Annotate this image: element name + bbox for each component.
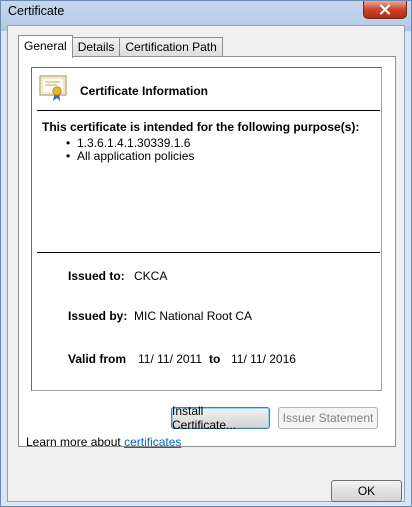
divider [37,252,380,253]
tab-general[interactable]: General [18,35,73,58]
close-icon [379,4,391,15]
issued-by-label: Issued by: [68,309,128,323]
certificate-icon [39,75,67,101]
close-button[interactable] [363,1,407,19]
issued-to-value: CKCA [134,269,168,283]
issued-to-row: Issued to: CKCA [68,269,167,283]
tab-details[interactable]: Details [71,37,121,57]
tab-certification-path[interactable]: Certification Path [119,37,223,57]
valid-to-label: to [209,352,221,366]
certificate-info-box: Certificate Information This certificate… [31,67,382,391]
info-title: Certificate Information [80,84,209,98]
issued-by-value: MIC National Root CA [134,309,253,323]
learn-more-text: Learn more about certificates [26,435,181,449]
window-title: Certificate [8,4,65,18]
tab-strip: General Details Certification Path [18,35,223,58]
general-tab-panel: Certificate Information This certificate… [18,56,396,447]
divider [37,110,380,111]
install-certificate-button[interactable]: Install Certificate... [171,404,270,432]
valid-from-label: Valid from [68,352,127,366]
issued-by-row: Issued by: MIC National Root CA [68,309,252,323]
title-bar[interactable]: Certificate [1,1,411,25]
ok-button[interactable]: OK [331,480,402,502]
issuer-statement-button[interactable]: Issuer Statement [278,407,378,429]
validity-row: Valid from 11/ 11/ 2011 to 11/ 11/ 2016 [68,352,296,366]
purpose-list: 1.3.6.1.4.1.30339.1.6 All application po… [66,137,194,164]
issued-to-label: Issued to: [68,269,125,283]
list-item: All application policies [66,150,194,164]
valid-from-value: 11/ 11/ 2011 [138,352,203,366]
purpose-heading: This certificate is intended for the fol… [42,120,360,134]
valid-to-value: 11/ 11/ 2016 [231,352,296,366]
certificate-dialog: Certificate General Details Certificatio… [0,0,412,507]
dialog-body: General Details Certification Path Certi… [7,25,405,502]
learn-more-prefix: Learn more about [26,435,125,449]
certificates-link[interactable]: certificates [124,435,181,449]
